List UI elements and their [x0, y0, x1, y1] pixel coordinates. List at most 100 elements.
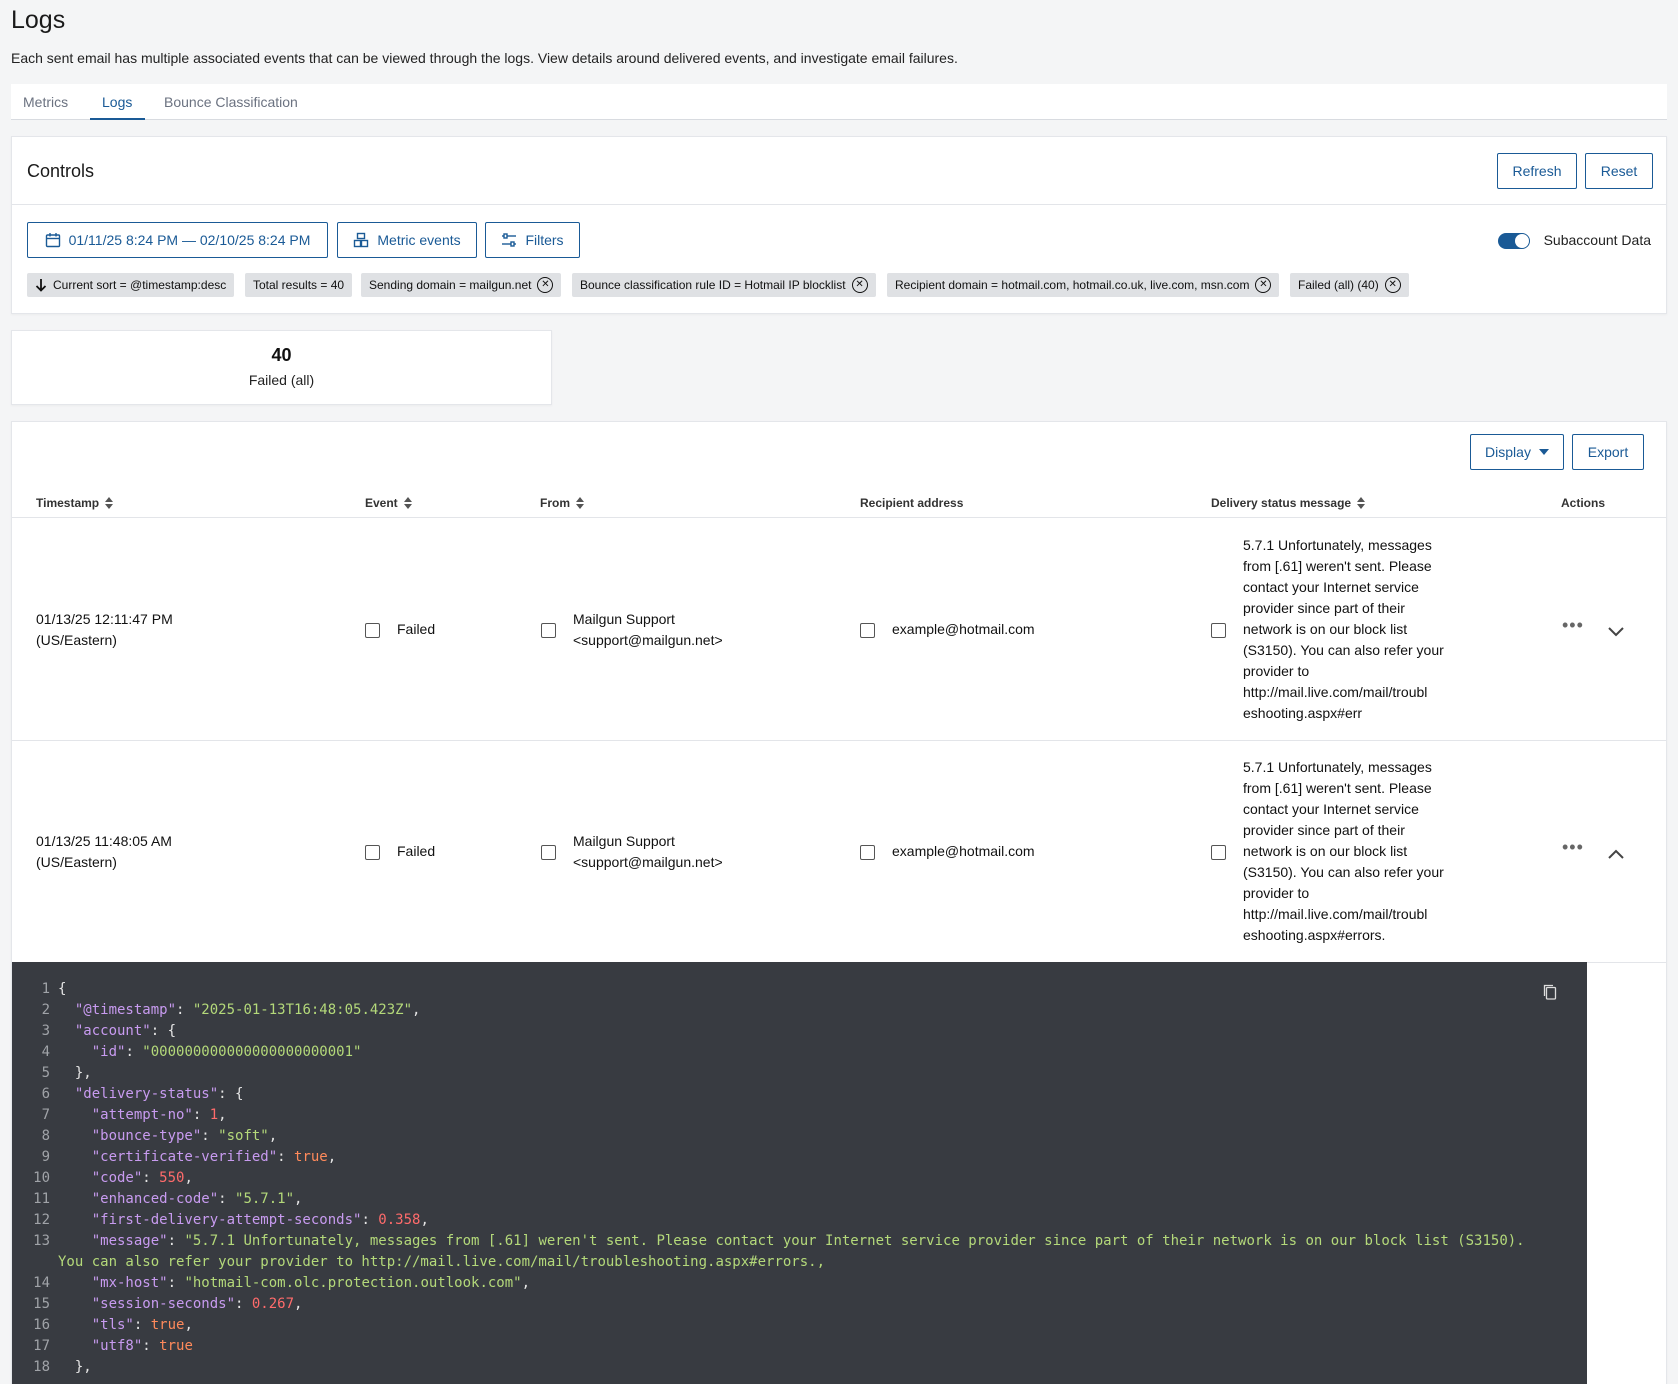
recipient-checkbox[interactable]: [860, 845, 875, 860]
remove-recipient-domain-icon[interactable]: ✕: [1255, 277, 1272, 293]
failed-all-chip: Failed (all) (40) ✕: [1290, 273, 1409, 297]
code-token: "account": [74, 1023, 151, 1039]
code-token: },: [58, 1065, 92, 1081]
copy-icon[interactable]: [1543, 984, 1557, 1000]
code-token: "code": [91, 1170, 143, 1186]
delivery-checkbox[interactable]: [1211, 845, 1226, 860]
from-name: Mailgun Support: [573, 611, 675, 627]
th-from[interactable]: From: [540, 496, 584, 510]
line-number: 7: [41, 1107, 50, 1123]
code-line: 13 "message": "5.7.1 Unfortunately, mess…: [12, 1231, 1524, 1252]
reset-button[interactable]: Reset: [1585, 153, 1653, 189]
th-timestamp[interactable]: Timestamp: [36, 496, 114, 510]
th-delivery[interactable]: Delivery status message: [1211, 496, 1366, 510]
filters-icon: [502, 233, 517, 247]
code-token: :: [192, 1107, 210, 1123]
code-line: 1{: [12, 979, 67, 1000]
code-token: :: [167, 1233, 185, 1249]
event-checkbox[interactable]: [365, 845, 380, 860]
delivery-checkbox[interactable]: [1211, 623, 1226, 638]
total-results-chip: Total results = 40: [245, 273, 353, 297]
code-token: :: [361, 1212, 379, 1228]
delivery-line: http://mail.live.com/mail/troubl: [1243, 906, 1428, 922]
refresh-button[interactable]: Refresh: [1497, 153, 1577, 189]
code-line: 10 "code": 550,: [12, 1168, 193, 1189]
active-tab-indicator: [90, 118, 145, 120]
code-token: ,: [218, 1107, 227, 1123]
bounce-rule-chip: Bounce classification rule ID = Hotmail …: [572, 273, 876, 297]
subaccount-toggle[interactable]: [1498, 233, 1530, 249]
tab-metrics[interactable]: Metrics: [23, 94, 68, 110]
tab-bounce-classification[interactable]: Bounce Classification: [164, 94, 298, 110]
code-token: ,: [268, 1128, 278, 1144]
code-token: "message": [91, 1233, 168, 1249]
sort-icon: [576, 497, 584, 509]
filters-button[interactable]: Filters: [485, 222, 580, 258]
th-timestamp-label: Timestamp: [36, 496, 100, 510]
table-row[interactable]: 01/13/25 11:48:05 AM (US/Eastern) Failed…: [12, 741, 1666, 963]
display-dropdown[interactable]: Display: [1470, 434, 1564, 470]
controls-header: Controls Refresh Reset: [12, 137, 1666, 205]
th-event[interactable]: Event: [365, 496, 412, 510]
recipient-domain-label: Recipient domain = hotmail.com, hotmail.…: [895, 278, 1250, 292]
code-line: 14 "mx-host": "hotmail-com.olc.protectio…: [12, 1273, 530, 1294]
recipient-checkbox[interactable]: [860, 623, 875, 638]
code-line: 16 "tls": true,: [12, 1315, 193, 1336]
sort-icon: [403, 497, 412, 509]
export-button[interactable]: Export: [1572, 434, 1644, 470]
code-line: 8 "bounce-type": "soft",: [12, 1126, 278, 1147]
code-token: :: [142, 1170, 160, 1186]
code-token: 550: [159, 1170, 185, 1186]
chevron-up-icon[interactable]: [1607, 845, 1625, 863]
code-token: true: [159, 1338, 193, 1354]
code-token: "attempt-no": [91, 1107, 193, 1123]
controls-title: Controls: [27, 161, 95, 181]
remove-failed-all-icon[interactable]: ✕: [1384, 277, 1401, 293]
chevron-down-icon[interactable]: [1607, 623, 1625, 641]
date-range-button[interactable]: 01/11/25 8:24 PM — 02/10/25 8:24 PM: [27, 222, 328, 258]
code-line: 12 "first-delivery-attempt-seconds": 0.3…: [12, 1210, 429, 1231]
code-token: :: [235, 1296, 252, 1312]
sort-icon: [105, 497, 114, 509]
failed-stat-card[interactable]: 40 Failed (all): [11, 330, 552, 405]
delivery-line: contact your Internet service: [1243, 801, 1419, 817]
line-number: 13: [33, 1233, 50, 1249]
table-row[interactable]: 01/13/25 12:11:47 PM (US/Eastern) Failed…: [12, 519, 1666, 741]
event-checkbox[interactable]: [365, 623, 380, 638]
recipient-domain-chip: Recipient domain = hotmail.com, hotmail.…: [887, 273, 1280, 297]
tab-bar: Metrics Logs Bounce Classification: [11, 84, 1667, 120]
remove-bounce-rule-icon[interactable]: ✕: [851, 277, 868, 293]
metric-events-button[interactable]: Metric events: [337, 222, 477, 258]
code-token: 1: [209, 1107, 219, 1123]
code-token: },: [58, 1359, 92, 1375]
page-title: Logs: [11, 6, 66, 34]
code-token: : {: [218, 1086, 244, 1102]
code-token: :: [142, 1338, 160, 1354]
from-checkbox[interactable]: [541, 845, 556, 860]
from-checkbox[interactable]: [541, 623, 556, 638]
code-line: 6 "delivery-status": {: [12, 1084, 244, 1105]
metric-events-icon: [354, 232, 369, 248]
code-line: 11 "enhanced-code": "5.7.1",: [12, 1189, 302, 1210]
arrow-down-icon: [35, 279, 47, 292]
line-number: 18: [33, 1359, 50, 1375]
sort-chip: Current sort = @timestamp:desc: [27, 273, 235, 297]
code-token: :: [125, 1044, 143, 1060]
total-results-label: Total results = 40: [253, 278, 345, 292]
delivery-line: provider since part of their: [1243, 600, 1405, 616]
th-actions-label: Actions: [1561, 496, 1606, 510]
more-actions-icon[interactable]: •••: [1562, 837, 1584, 858]
subaccount-label: Subaccount Data: [1543, 232, 1651, 248]
remove-sending-domain-icon[interactable]: ✕: [537, 277, 554, 293]
line-number: 17: [33, 1338, 50, 1354]
more-actions-icon[interactable]: •••: [1562, 615, 1584, 636]
tab-logs[interactable]: Logs: [102, 94, 132, 110]
code-token: "@timestamp": [74, 1002, 177, 1018]
code-token: ,: [327, 1149, 337, 1165]
bounce-rule-label: Bounce classification rule ID = Hotmail …: [580, 278, 846, 292]
sort-chip-label: Current sort = @timestamp:desc: [53, 278, 227, 292]
